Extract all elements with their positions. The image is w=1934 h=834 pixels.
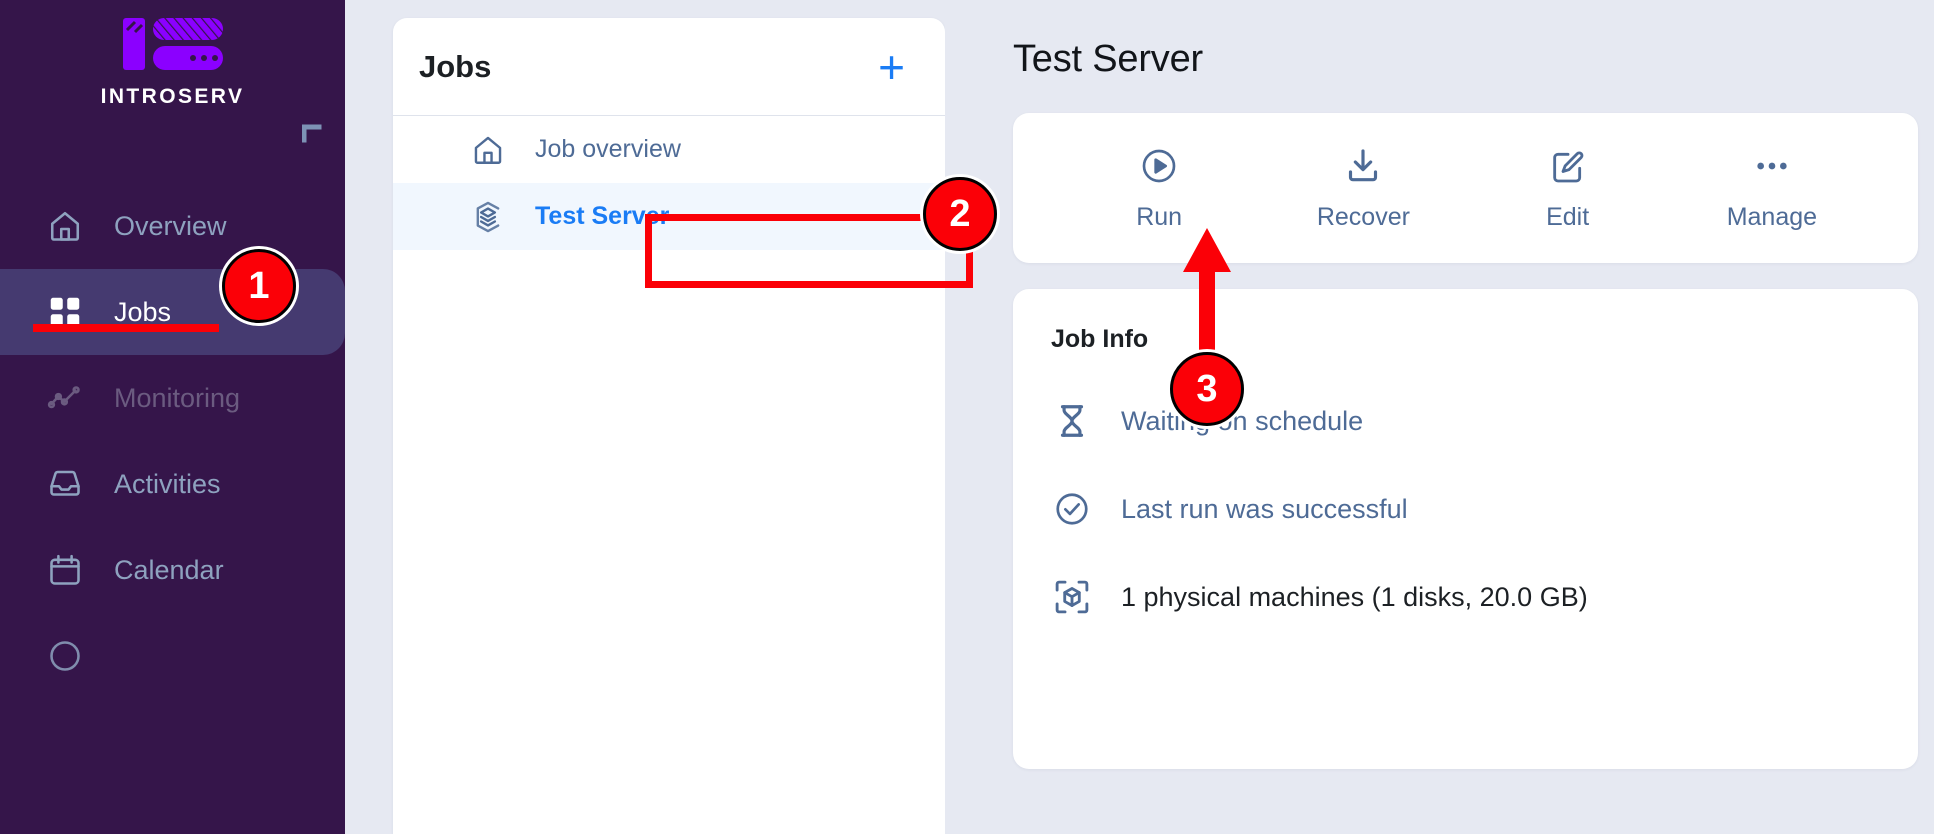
main-content: Test Server Run Recover Edit Manage Job … [945,0,1934,834]
job-info-row-text: 1 physical machines (1 disks, 20.0 GB) [1121,581,1588,612]
hourglass-icon [1051,400,1093,442]
job-info-title: Job Info [1051,325,1149,353]
server-rack-logo-icon [122,18,223,70]
sidebar-item-label: Activities [114,468,221,499]
download-icon [1343,145,1383,187]
action-manage[interactable]: Manage [1670,145,1874,232]
jobs-panel-title: Jobs [419,48,492,84]
check-circle-icon [1051,488,1093,530]
corner-bracket-icon[interactable] [302,124,322,144]
annotation-underline-1 [33,324,219,332]
jobs-row-label: Job overview [535,135,681,163]
play-circle-icon [1139,145,1179,187]
sidebar: INTROSERV Overview Jobs Monitoring Activ… [0,0,345,834]
jobs-row-job-overview[interactable]: Job overview [393,116,945,183]
sidebar-item-label: Jobs [114,296,172,327]
action-bar: Run Recover Edit Manage [1013,113,1918,263]
home-icon [469,131,507,169]
sidebar-item-activities[interactable]: Activities [0,441,345,527]
edit-square-icon [1548,145,1588,187]
line-chart-icon [46,379,84,417]
job-info-card: Job Info Waiting on schedule Last run wa… [1013,289,1918,769]
home-icon [46,207,84,245]
sidebar-item-monitoring[interactable]: Monitoring [0,355,345,441]
action-label: Edit [1546,202,1590,231]
inbox-icon [46,465,84,503]
layers-hex-icon [469,198,507,236]
app-root: INTROSERV Overview Jobs Monitoring Activ… [0,0,1934,834]
annotation-marker-1: 1 [222,249,296,323]
job-info-row-text: Waiting on schedule [1121,405,1364,436]
action-recover[interactable]: Recover [1261,145,1465,232]
action-run[interactable]: Run [1057,145,1261,232]
add-job-button[interactable]: + [878,44,905,90]
jobs-panel: Jobs + Job overview Test Server 2 [345,0,997,834]
ellipsis-icon [1752,145,1792,187]
action-label: Run [1136,202,1183,231]
action-edit[interactable]: Edit [1466,145,1670,232]
sidebar-item-label: Overview [114,210,227,241]
job-info-row-text: Last run was successful [1121,493,1408,524]
brand: INTROSERV [0,0,345,109]
job-info-row-last-run: Last run was successful [1051,488,1874,530]
sidebar-nav: Overview Jobs Monitoring Activities Cale… [0,183,345,699]
action-label: Recover [1316,202,1410,231]
sidebar-item-partial[interactable] [0,613,345,699]
page-title: Test Server [1013,38,1203,80]
action-label: Manage [1726,202,1818,231]
annotation-arrow-3 [1183,228,1231,368]
cube-scan-icon [1051,576,1093,618]
jobs-card: Jobs + Job overview Test Server [393,18,945,834]
sidebar-item-overview[interactable]: Overview [0,183,345,269]
support-icon [46,637,84,675]
job-info-row-machines: 1 physical machines (1 disks, 20.0 GB) [1051,576,1874,618]
annotation-marker-3: 3 [1170,352,1244,426]
brand-name: INTROSERV [100,85,245,108]
sidebar-item-label: Calendar [114,554,224,585]
jobs-header: Jobs + [393,18,945,116]
annotation-marker-2: 2 [923,177,997,251]
sidebar-item-label: Monitoring [114,382,241,413]
calendar-icon [46,551,84,589]
sidebar-item-calendar[interactable]: Calendar [0,527,345,613]
